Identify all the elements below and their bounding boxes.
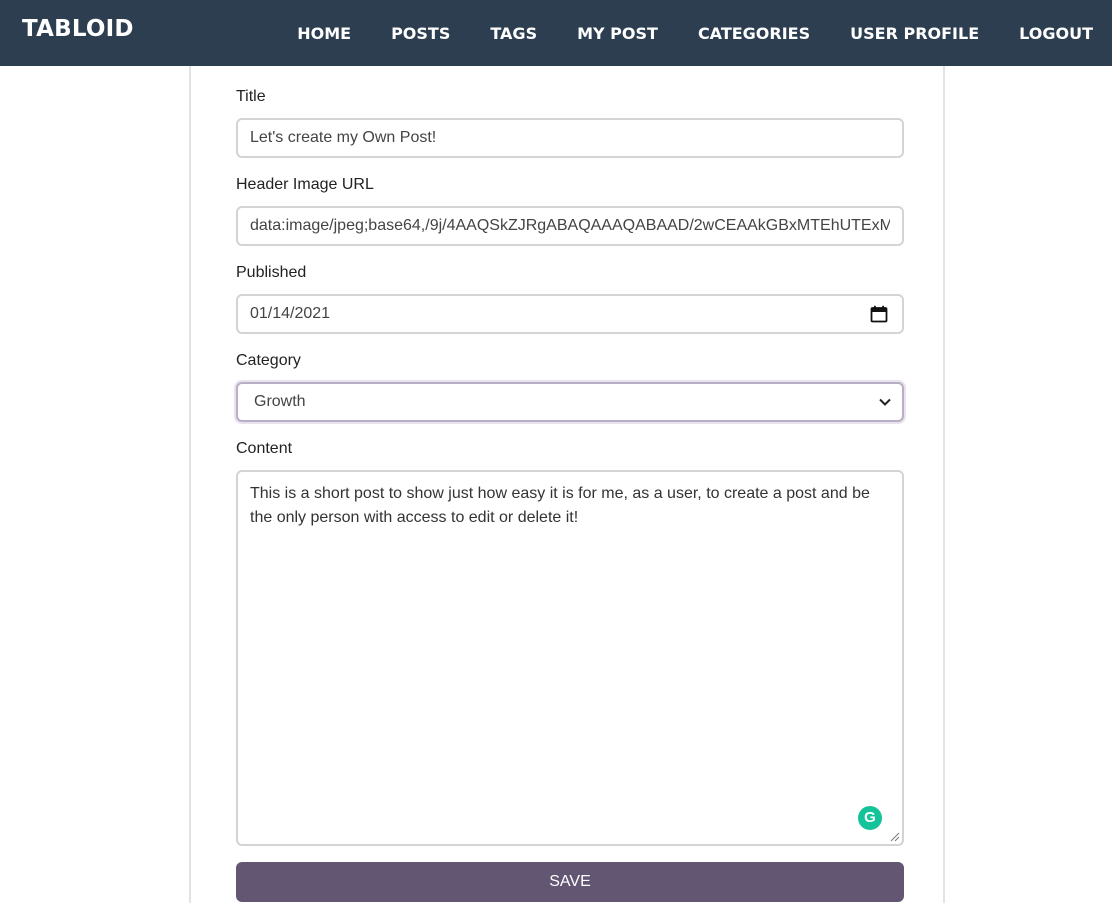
- content-textarea-value: This is a short post to show just how ea…: [250, 485, 870, 526]
- nav-user-profile-link[interactable]: USER PROFILE: [850, 24, 979, 43]
- nav-links: HOME POSTS TAGS MY POST CATEGORIES USER …: [257, 0, 1093, 66]
- published-date-input[interactable]: 01/14/2021: [236, 294, 904, 334]
- nav-logout-link[interactable]: LOGOUT: [1019, 24, 1093, 43]
- category-selected-value: Growth: [254, 393, 306, 410]
- published-label: Published: [236, 264, 307, 281]
- nav-posts-link[interactable]: POSTS: [391, 24, 450, 43]
- title-input[interactable]: Let's create my Own Post!: [236, 118, 904, 158]
- header-image-url-input[interactable]: data:image/jpeg;base64,/9j/4AAQSkZJRgABA…: [236, 206, 904, 246]
- navbar: TABLOID HOME POSTS TAGS MY POST CATEGORI…: [0, 0, 1112, 66]
- published-date-value: 01/14/2021: [250, 305, 331, 322]
- content-textarea[interactable]: This is a short post to show just how ea…: [236, 470, 904, 846]
- category-label: Category: [236, 352, 301, 369]
- nav-categories-link[interactable]: CATEGORIES: [698, 24, 810, 43]
- category-select[interactable]: Growth: [236, 382, 904, 422]
- nav-my-post-link[interactable]: MY POST: [577, 24, 658, 43]
- brand-logo[interactable]: TABLOID: [22, 16, 134, 42]
- nav-home-link[interactable]: HOME: [297, 24, 351, 43]
- nav-tags-link[interactable]: TAGS: [490, 24, 537, 43]
- calendar-icon[interactable]: [870, 305, 888, 323]
- grammarly-icon[interactable]: G: [858, 806, 882, 830]
- content-label: Content: [236, 440, 293, 457]
- resize-handle-icon[interactable]: [888, 830, 900, 842]
- title-input-value: Let's create my Own Post!: [250, 129, 437, 146]
- chevron-down-icon: [879, 398, 891, 406]
- header-image-url-value: data:image/jpeg;base64,/9j/4AAQSkZJRgABA…: [250, 217, 890, 234]
- header-image-label: Header Image URL: [236, 176, 374, 193]
- save-button[interactable]: SAVE: [236, 862, 904, 902]
- title-label: Title: [236, 88, 266, 105]
- post-form: Title Let's create my Own Post! Header I…: [189, 66, 945, 903]
